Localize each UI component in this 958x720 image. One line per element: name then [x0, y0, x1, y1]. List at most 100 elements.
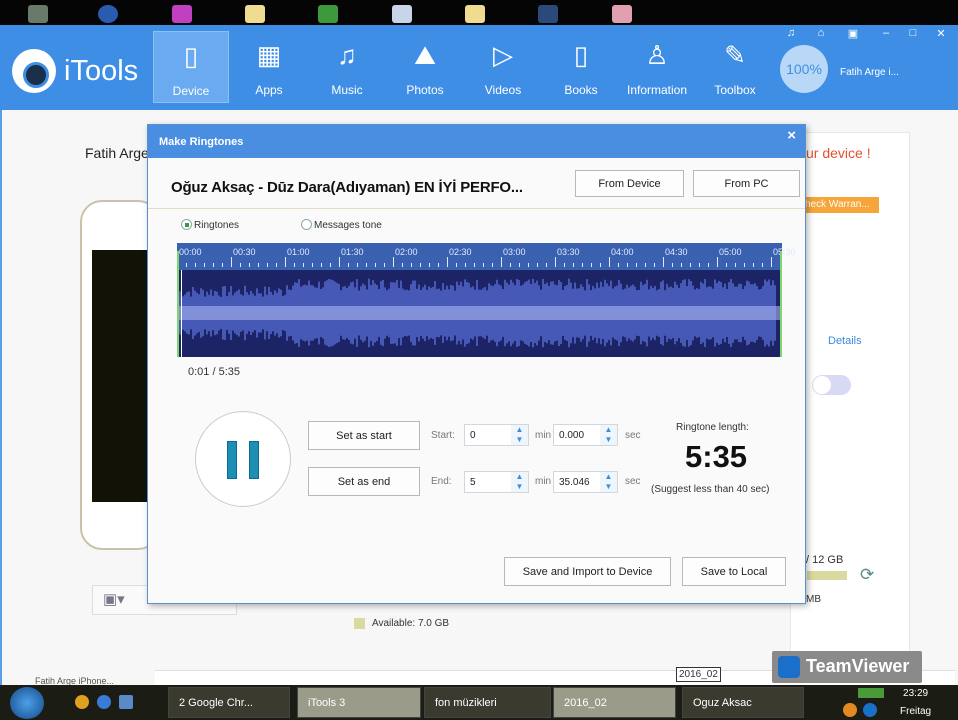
playback-position: 0:01 / 5:35	[188, 366, 240, 378]
taskbar-item[interactable]: iTools 3	[297, 687, 421, 718]
maximize-icon[interactable]: □	[905, 27, 921, 39]
tick	[717, 257, 718, 267]
taskbar-item[interactable]: fon müzikleri	[424, 687, 551, 718]
close-icon[interactable]: ×	[787, 127, 796, 144]
folder-icon[interactable]	[465, 5, 485, 23]
taskbar-item[interactable]: Oguz Aksac	[682, 687, 804, 718]
minimize-icon[interactable]: –	[878, 27, 894, 39]
desktop-icons-strip	[0, 0, 958, 25]
tick	[213, 263, 214, 267]
waveform-editor[interactable]: 00:00 00:30 01:00 01:30 02:00 02:30 03:00 03:30…	[177, 243, 796, 357]
sec-unit: sec	[625, 476, 641, 487]
ringtone-length: 5:35	[685, 439, 748, 474]
tick	[681, 263, 682, 267]
tick	[321, 263, 322, 267]
network-icon[interactable]	[858, 688, 884, 698]
tray-icon[interactable]	[843, 703, 857, 717]
end-marker[interactable]	[780, 251, 782, 357]
from-pc-button[interactable]: From PC	[693, 170, 800, 197]
tab-photos[interactable]: ⛰ Photos	[387, 31, 463, 103]
toggle-switch[interactable]	[812, 375, 851, 395]
close-icon[interactable]: ✕	[933, 27, 949, 40]
messages-tone-radio[interactable]: Messages tone	[301, 219, 382, 231]
tab-books[interactable]: ▯ Books	[543, 31, 619, 103]
tick	[654, 263, 655, 267]
spinner-icon[interactable]: ▲ ▼	[511, 472, 528, 492]
tick	[744, 263, 745, 267]
tick	[672, 263, 673, 267]
ie-icon[interactable]	[97, 695, 111, 709]
folder-icon[interactable]	[245, 5, 265, 23]
time-ruler[interactable]: 00:00 00:30 01:00 01:30 02:00 02:30 03:00 03:30…	[177, 243, 796, 270]
chrome-icon[interactable]	[75, 695, 89, 709]
document-icon[interactable]	[392, 5, 412, 23]
user-icon: ♙	[645, 40, 669, 70]
taskbar-item[interactable]: 2016_02	[553, 687, 676, 718]
input-value: 5	[470, 477, 476, 488]
device-info-panel	[790, 132, 910, 672]
taskbar-item[interactable]: 2 Google Chr...	[168, 687, 290, 718]
tab-toolbox[interactable]: ✎ Toolbox	[697, 31, 773, 103]
tick	[483, 263, 484, 267]
tick	[348, 263, 349, 267]
end-sec-input[interactable]: 35.046 ▲ ▼	[553, 471, 618, 493]
phone-icon: ▯	[183, 41, 199, 71]
tab-label: Apps	[255, 83, 283, 97]
desktop-icon[interactable]	[28, 5, 48, 23]
desktop-icon[interactable]	[98, 5, 118, 23]
tab-device[interactable]: ▯ Device	[153, 31, 229, 103]
time-label: 01:00	[287, 247, 310, 257]
teamviewer-tray-icon[interactable]	[863, 703, 877, 717]
tick	[519, 263, 520, 267]
apps-icon: ▦	[256, 40, 282, 70]
tick	[195, 263, 196, 267]
time-label: 02:30	[449, 247, 472, 257]
ringtone-length-label: Ringtone length:	[676, 422, 749, 433]
desktop-icon[interactable]	[119, 695, 133, 709]
teamviewer-icon	[778, 656, 800, 678]
ringtones-radio[interactable]: Ringtones	[181, 219, 239, 231]
save-to-local-button[interactable]: Save to Local	[682, 557, 786, 586]
tab-music[interactable]: ♫ Music	[309, 31, 385, 103]
start-sec-input[interactable]: 0.000 ▲ ▼	[553, 424, 618, 446]
set-as-end-button[interactable]: Set as end	[308, 467, 420, 496]
tick	[663, 257, 664, 267]
time-label: 00:00	[179, 247, 202, 257]
tab-apps[interactable]: ▦ Apps	[231, 31, 307, 103]
start-marker[interactable]	[177, 251, 179, 357]
spinner-icon[interactable]: ▲ ▼	[600, 425, 617, 445]
set-as-start-button[interactable]: Set as start	[308, 421, 420, 450]
radio-label: Messages tone	[314, 220, 382, 231]
time-label: 03:00	[503, 247, 526, 257]
details-link[interactable]: Details	[828, 335, 862, 347]
music-icon[interactable]: ♫	[783, 27, 799, 39]
playhead[interactable]	[180, 270, 182, 357]
desktop-icon[interactable]	[318, 5, 338, 23]
menu-icon[interactable]: ▣	[845, 27, 861, 40]
end-min-input[interactable]: 5 ▲ ▼	[464, 471, 529, 493]
tick	[582, 263, 583, 267]
taskbar-item-label: 2016_02	[564, 697, 607, 709]
desktop-icon[interactable]	[172, 5, 192, 23]
book-icon: ▯	[573, 40, 589, 70]
tick	[699, 263, 700, 267]
tab-videos[interactable]: ▷ Videos	[465, 31, 541, 103]
from-device-button[interactable]: From Device	[575, 170, 684, 197]
start-min-input[interactable]: 0 ▲ ▼	[464, 424, 529, 446]
clock[interactable]: 23:29 Freitag	[900, 688, 931, 717]
desktop-icon[interactable]	[538, 5, 558, 23]
storage-bar	[807, 571, 847, 580]
start-button[interactable]	[10, 687, 44, 719]
tick	[204, 263, 205, 267]
save-and-import-button[interactable]: Save and Import to Device	[504, 557, 671, 586]
skin-icon[interactable]: ⌂	[813, 27, 829, 39]
check-warranty-button[interactable]: heck Warran...	[803, 197, 879, 213]
pause-button[interactable]	[195, 411, 291, 507]
refresh-icon[interactable]: ⟳	[860, 565, 874, 585]
spinner-icon[interactable]: ▲ ▼	[600, 472, 617, 492]
desktop-icon[interactable]	[612, 5, 632, 23]
tab-information[interactable]: ♙ Information	[619, 31, 695, 103]
spinner-icon[interactable]: ▲ ▼	[511, 425, 528, 445]
tab-label: Books	[564, 83, 598, 97]
device-user-name[interactable]: Fatih Arge i...	[840, 67, 899, 78]
